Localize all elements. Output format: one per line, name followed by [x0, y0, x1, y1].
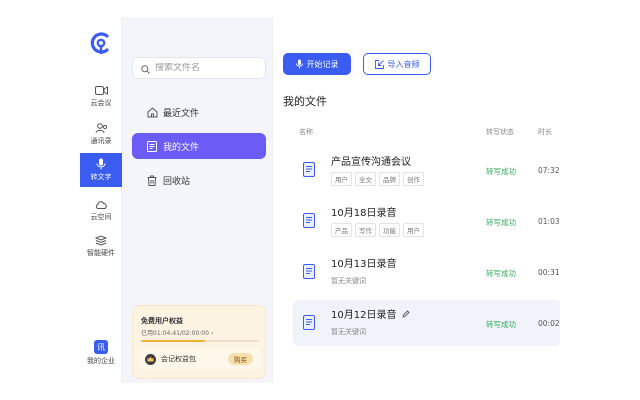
contacts-icon [94, 122, 108, 134]
enterprise-badge: 讯 [94, 340, 108, 354]
rail-item-cloud-meeting[interactable]: 云会议 [80, 79, 122, 113]
usage-progress-bar [141, 340, 259, 342]
trash-icon [146, 174, 158, 186]
rail-item-label: 通讯录 [90, 137, 112, 145]
nav-item-label: 最近文件 [163, 108, 200, 119]
app-window: 云会议 通讯录 转文字 云空间 智能硬件 讯 我的企业 搜索文件名 最近文件 我… [80, 17, 560, 383]
nav-item-my-files[interactable]: 我的文件 [132, 133, 266, 159]
transcribe-status: 转写成功 [486, 167, 516, 176]
nav-item-recycle-bin[interactable]: 回收站 [132, 167, 266, 193]
search-input[interactable] [155, 63, 255, 73]
no-keywords-note: 暂无关键词 [331, 277, 366, 285]
promo-usage-time[interactable]: 已用01:04:41/02:00:00 › [141, 328, 213, 337]
file-sidebar: 最近文件 我的文件 回收站 免费用户权益 已用01:04:41/02:00:00… [122, 17, 272, 383]
keyword-tags: 产品 写作 功能 用户 [331, 223, 424, 237]
document-icon [303, 264, 315, 279]
file-row[interactable]: 10月18日录音 产品 写作 功能 用户 转写成功 01:03 [293, 198, 560, 244]
keyword-tag: 品牌 [379, 172, 400, 186]
import-icon [374, 59, 384, 69]
keyword-tag: 产品 [331, 223, 352, 237]
column-header-status: 转写状态 [486, 128, 514, 136]
no-keywords-note: 暂无关键词 [331, 328, 366, 336]
import-audio-button[interactable]: 导入音频 [363, 53, 431, 75]
rail-item-transcribe[interactable]: 转文字 [80, 153, 122, 187]
video-camera-icon [94, 84, 108, 96]
rail-item-label: 云会议 [90, 99, 112, 107]
document-icon [303, 162, 315, 177]
file-name: 10月12日录音 [331, 310, 397, 321]
keyword-tag: 创作 [403, 172, 424, 186]
pencil-icon[interactable] [402, 309, 411, 318]
nav-item-label: 我的文件 [163, 142, 200, 153]
keyword-tag: 用户 [331, 172, 352, 186]
cloud-icon [94, 198, 108, 210]
nav-item-recent-files[interactable]: 最近文件 [132, 99, 266, 125]
nav-item-label: 回收站 [163, 176, 191, 187]
start-recording-button[interactable]: 开始记录 [283, 53, 351, 75]
duration: 07:32 [538, 166, 560, 175]
keyword-tag: 用户 [403, 223, 424, 237]
document-icon [303, 315, 315, 330]
main-panel: 开始记录 导入音频 我的文件 名称 转写状态 时长 产品宣传沟通会议 用户 全文… [272, 17, 560, 383]
file-name: 10月18日录音 [331, 208, 397, 219]
crown-icon [145, 353, 156, 365]
duration: 00:02 [538, 319, 560, 328]
rail-item-contacts[interactable]: 通讯录 [80, 117, 122, 151]
microphone-icon [295, 59, 303, 69]
app-logo-icon [90, 32, 109, 55]
file-name: 10月13日录音 [331, 259, 397, 270]
rail-item-label: 智能硬件 [87, 249, 115, 257]
home-icon [146, 106, 158, 118]
usage-progress-fill [141, 340, 205, 342]
document-icon [303, 213, 315, 228]
search-icon [141, 59, 150, 78]
rail-item-cloud-space[interactable]: 云空间 [80, 193, 122, 227]
left-rail: 云会议 通讯录 转文字 云空间 智能硬件 讯 我的企业 [80, 17, 122, 383]
page-title: 我的文件 [283, 95, 327, 108]
layers-icon [94, 234, 108, 246]
transcribe-status: 转写成功 [486, 218, 516, 227]
column-header-duration: 时长 [538, 128, 552, 136]
file-row[interactable]: 10月13日录音 暂无关键词 转写成功 00:31 [293, 249, 560, 295]
rail-item-my-enterprise[interactable]: 讯 我的企业 [80, 335, 122, 371]
rail-item-smart-hardware[interactable]: 智能硬件 [80, 229, 122, 263]
rail-item-label: 转文字 [90, 173, 112, 181]
keyword-tag: 全文 [355, 172, 376, 186]
keyword-tags: 用户 全文 品牌 创作 [331, 172, 424, 186]
keyword-tag: 写作 [355, 223, 376, 237]
rail-item-label: 我的企业 [87, 357, 115, 365]
promo-title: 免费用户权益 [141, 317, 183, 325]
duration: 01:03 [538, 217, 560, 226]
benefits-package-row: 会记权益包 购买 [137, 348, 261, 370]
rail-item-label: 云空间 [90, 213, 112, 221]
free-user-benefits-card: 免费用户权益 已用01:04:41/02:00:00 › 会记权益包 购买 [132, 305, 266, 379]
buy-button[interactable]: 购买 [228, 353, 253, 365]
file-row[interactable]: 产品宣传沟通会议 用户 全文 品牌 创作 转写成功 07:32 [293, 147, 560, 193]
microphone-icon [94, 158, 108, 170]
transcribe-status: 转写成功 [486, 320, 516, 329]
search-box[interactable] [132, 57, 266, 79]
column-header-name: 名称 [299, 128, 313, 136]
import-audio-label: 导入音频 [387, 59, 420, 69]
keyword-tag: 功能 [379, 223, 400, 237]
start-recording-label: 开始记录 [306, 59, 339, 69]
file-name: 产品宣传沟通会议 [331, 157, 411, 168]
package-label: 会记权益包 [161, 355, 196, 363]
duration: 00:31 [538, 268, 560, 277]
document-icon [146, 140, 158, 152]
file-row[interactable]: 10月12日录音 暂无关键词 转写成功 00:02 [293, 300, 560, 346]
transcribe-status: 转写成功 [486, 269, 516, 278]
